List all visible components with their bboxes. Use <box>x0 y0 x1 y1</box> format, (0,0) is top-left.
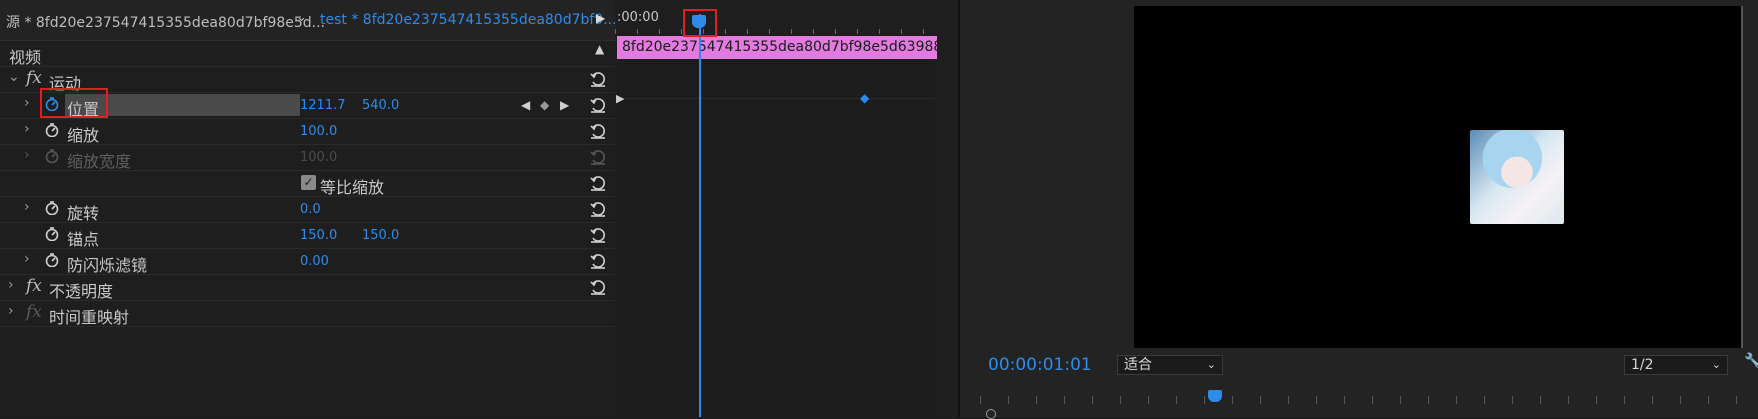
resolution-select[interactable]: 1/2 ⌄ <box>1624 355 1728 375</box>
rotation-label: 旋转 <box>67 204 100 223</box>
collapse-up-icon[interactable]: ▲ <box>595 42 604 56</box>
rotation-value[interactable]: 0.0 <box>300 202 321 217</box>
chevron-down-icon: ⌄ <box>1711 358 1721 371</box>
anchor-x[interactable]: 150.0 <box>300 228 337 243</box>
chevron-right-icon[interactable]: › <box>24 199 30 215</box>
divider <box>615 98 935 99</box>
effect-timeline[interactable] <box>615 0 935 417</box>
fit-select[interactable]: 适合 ⌄ <box>1117 355 1223 375</box>
timecode[interactable]: 00:00:01:01 <box>988 355 1092 375</box>
stopwatch-icon <box>45 149 59 163</box>
scale-value[interactable]: 100.0 <box>300 124 337 139</box>
time-ruler[interactable]: :00:00 <box>615 0 935 34</box>
chevron-right-icon[interactable]: › <box>8 303 14 319</box>
fx-icon[interactable]: fx <box>26 68 42 88</box>
reset-icon <box>590 150 605 165</box>
position-row[interactable]: › 位置 1211.7 540.0 ◀ ◆ ▶ <box>0 88 615 119</box>
rotation-row[interactable]: › 旋转 0.0 <box>0 196 615 223</box>
stopwatch-icon[interactable] <box>45 201 59 215</box>
uniform-scale-row[interactable]: ✓ 等比缩放 <box>0 170 615 197</box>
tab-sequence[interactable]: test * 8fd20e237547415355dea80d7bf9... <box>320 12 617 28</box>
position-y[interactable]: 540.0 <box>362 98 399 113</box>
uniform-scale-label: 等比缩放 <box>320 178 385 197</box>
prev-keyframe-icon[interactable]: ◀ <box>521 98 530 112</box>
stopwatch-icon[interactable] <box>45 123 59 137</box>
next-keyframe-icon[interactable]: ▶ <box>560 98 569 112</box>
anchor-y[interactable]: 150.0 <box>362 228 399 243</box>
chevron-right-icon: › <box>24 147 30 163</box>
ruler-time: :00:00 <box>617 10 659 25</box>
scale-width-value: 100.0 <box>300 150 338 165</box>
video-preview[interactable] <box>1134 6 1742 348</box>
tab-source[interactable]: 源 * 8fd20e237547415355dea80d7bf98e5d... <box>6 12 325 32</box>
chevron-down-icon[interactable]: ⌄ <box>296 10 307 25</box>
add-keyframe-icon[interactable]: ◆ <box>540 98 549 112</box>
scale-label: 缩放 <box>67 126 100 145</box>
wrench-icon[interactable]: 🔧 <box>1744 353 1758 369</box>
reset-icon[interactable] <box>589 96 607 114</box>
chevron-right-icon[interactable]: › <box>24 121 30 137</box>
zoom-handle-icon[interactable] <box>986 409 996 419</box>
stopwatch-icon[interactable] <box>45 253 59 267</box>
playhead-highlight-box <box>683 9 717 37</box>
anti-flicker-row[interactable]: › 防闪烁滤镜 0.00 <box>0 248 615 275</box>
play-icon[interactable]: ▶ <box>596 11 605 25</box>
stopwatch-icon[interactable] <box>45 227 59 241</box>
preview-border <box>1741 6 1743 348</box>
time-remap-label: 时间重映射 <box>49 308 130 327</box>
anti-flicker-label: 防闪烁滤镜 <box>67 256 148 275</box>
keyframe-left-icon[interactable]: ▶ <box>616 92 624 105</box>
monitor-time-ruler[interactable] <box>980 390 1758 419</box>
video-header-row: 视频 ▲ <box>0 40 615 67</box>
reset-icon[interactable] <box>589 226 607 244</box>
opacity-label: 不透明度 <box>49 282 114 301</box>
playhead-line[interactable] <box>699 14 701 417</box>
stopwatch-icon[interactable] <box>45 97 59 111</box>
chevron-right-icon[interactable]: › <box>24 95 30 111</box>
position-x[interactable]: 1211.7 <box>300 98 346 113</box>
chevron-down-icon[interactable]: ⌄ <box>8 69 20 85</box>
scale-width-label: 缩放宽度 <box>67 152 132 171</box>
reset-icon[interactable] <box>589 200 607 218</box>
anti-flicker-value[interactable]: 0.00 <box>300 254 329 269</box>
video-header: 视频 <box>9 48 42 67</box>
monitor-ruler-ticks <box>980 396 1758 404</box>
anchor-label: 锚点 <box>67 230 100 249</box>
checkbox-icon[interactable]: ✓ <box>301 175 316 190</box>
fit-select-value: 适合 <box>1124 357 1152 373</box>
ruler-ticks <box>615 29 935 34</box>
time-remap-row[interactable]: › fx 时间重映射 <box>0 300 615 327</box>
fx-icon: fx <box>26 302 42 322</box>
chevron-right-icon[interactable]: › <box>24 251 30 267</box>
resolution-select-value: 1/2 <box>1631 357 1654 373</box>
reset-icon[interactable] <box>589 70 607 88</box>
chevron-right-icon[interactable]: › <box>8 277 14 293</box>
monitor-playhead-icon[interactable] <box>1208 390 1222 402</box>
video-frame-image[interactable] <box>1470 130 1564 224</box>
anchor-row[interactable]: 锚点 150.0 150.0 <box>0 222 615 249</box>
chevron-down-icon: ⌄ <box>1206 358 1216 371</box>
keyframe-icon[interactable]: ◆ <box>860 91 869 105</box>
reset-icon[interactable] <box>589 122 607 140</box>
panel-header: 源 * 8fd20e237547415355dea80d7bf98e5d... … <box>0 0 617 41</box>
scale-row[interactable]: › 缩放 100.0 <box>0 118 615 145</box>
reset-icon[interactable] <box>589 278 607 296</box>
reset-icon[interactable] <box>589 174 607 192</box>
fx-icon[interactable]: fx <box>26 276 42 296</box>
position-label: 位置 <box>67 100 100 119</box>
opacity-row[interactable]: › fx 不透明度 <box>0 274 615 301</box>
clip-bar[interactable]: 8fd20e237547415355dea80d7bf98e5d63988e58… <box>617 36 937 59</box>
scale-width-row: › 缩放宽度 100.0 <box>0 144 615 171</box>
reset-icon[interactable] <box>589 252 607 270</box>
